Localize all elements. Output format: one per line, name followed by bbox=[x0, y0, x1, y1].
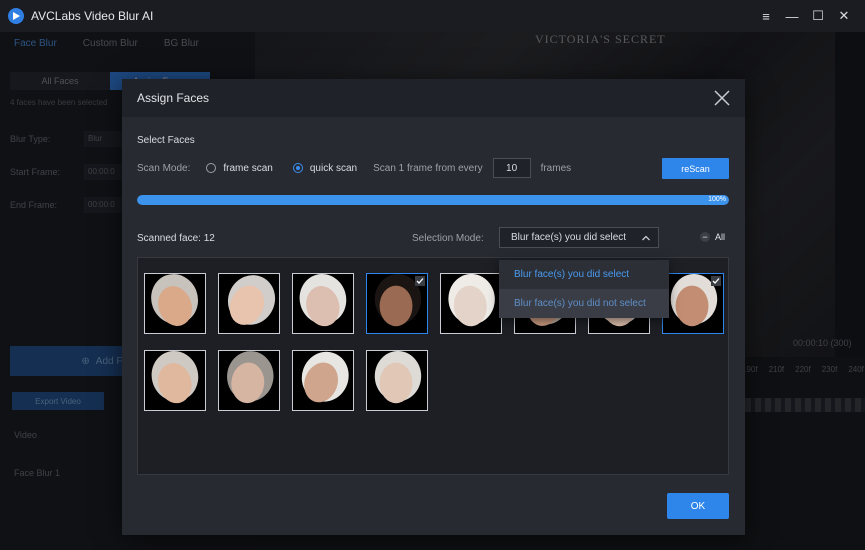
maximize-icon[interactable]: ☐ bbox=[805, 6, 831, 26]
minimize-icon[interactable]: — bbox=[779, 6, 805, 26]
face-image bbox=[151, 351, 199, 404]
app-logo-icon bbox=[8, 8, 24, 24]
app-title: AVCLabs Video Blur AI bbox=[31, 9, 154, 23]
scan-interval-input[interactable]: 10 bbox=[492, 158, 531, 178]
face-thumbnail[interactable] bbox=[366, 273, 428, 334]
face-image bbox=[299, 274, 347, 327]
selection-mode-dropdown: Blur face(s) you did select Blur face(s)… bbox=[499, 260, 669, 318]
face-image bbox=[151, 274, 199, 326]
quick-scan-label[interactable]: quick scan bbox=[310, 163, 357, 174]
selection-mode-label: Selection Mode: bbox=[412, 233, 484, 244]
face-thumbnail[interactable] bbox=[440, 273, 502, 334]
scan-mode-row: Scan Mode: frame scan quick scan Scan 1 … bbox=[137, 158, 572, 178]
face-image bbox=[227, 351, 274, 404]
chevron-up-icon bbox=[642, 235, 650, 241]
checkmark-icon bbox=[711, 276, 721, 286]
select-faces-heading: Select Faces bbox=[137, 135, 195, 146]
face-image bbox=[448, 274, 495, 327]
dialog-header: Assign Faces bbox=[122, 79, 745, 117]
progress-percent: 100% bbox=[708, 196, 726, 203]
face-image bbox=[301, 351, 349, 403]
face-thumbnail[interactable] bbox=[292, 273, 354, 334]
face-image bbox=[227, 275, 276, 325]
option-blur-selected[interactable]: Blur face(s) you did select bbox=[499, 260, 669, 289]
dialog-title: Assign Faces bbox=[137, 91, 210, 105]
scan-progress-bar: 100% bbox=[137, 195, 729, 205]
quick-scan-radio[interactable] bbox=[292, 163, 303, 173]
progress-fill bbox=[137, 195, 729, 205]
scanned-face-count: Scanned face: 12 bbox=[137, 233, 215, 244]
ok-button[interactable]: OK bbox=[667, 493, 729, 519]
frame-scan-radio[interactable] bbox=[206, 163, 217, 173]
scan-every-label: Scan 1 frame from every bbox=[373, 162, 483, 174]
face-thumbnail[interactable] bbox=[292, 350, 354, 411]
face-thumbnail[interactable] bbox=[218, 350, 280, 411]
face-thumbnail[interactable] bbox=[366, 350, 428, 411]
frames-label: frames bbox=[540, 162, 572, 174]
close-dialog-icon[interactable] bbox=[713, 89, 731, 107]
rescan-button[interactable]: reScan bbox=[662, 158, 729, 179]
scan-mode-label: Scan Mode: bbox=[137, 162, 191, 174]
assign-faces-dialog: Assign Faces Select Faces Scan Mode: fra… bbox=[122, 79, 745, 535]
face-thumbnail[interactable] bbox=[144, 273, 206, 334]
title-bar: AVCLabs Video Blur AI ≡ — ☐ ✕ bbox=[0, 0, 865, 32]
minus-circle-icon: − bbox=[700, 232, 710, 242]
option-blur-not-selected[interactable]: Blur face(s) you did not select bbox=[499, 289, 669, 318]
close-window-icon[interactable]: ✕ bbox=[831, 6, 857, 26]
frame-scan-label[interactable]: frame scan bbox=[223, 163, 272, 174]
select-all-toggle[interactable]: − All bbox=[700, 232, 725, 242]
menu-icon[interactable]: ≡ bbox=[753, 6, 779, 26]
face-thumbnail[interactable] bbox=[144, 350, 206, 411]
selection-mode-select[interactable]: Blur face(s) you did select bbox=[499, 227, 659, 248]
checkmark-icon bbox=[415, 276, 425, 286]
face-image bbox=[374, 351, 422, 404]
face-thumbnail[interactable] bbox=[662, 273, 724, 334]
face-thumbnail[interactable] bbox=[218, 273, 280, 334]
